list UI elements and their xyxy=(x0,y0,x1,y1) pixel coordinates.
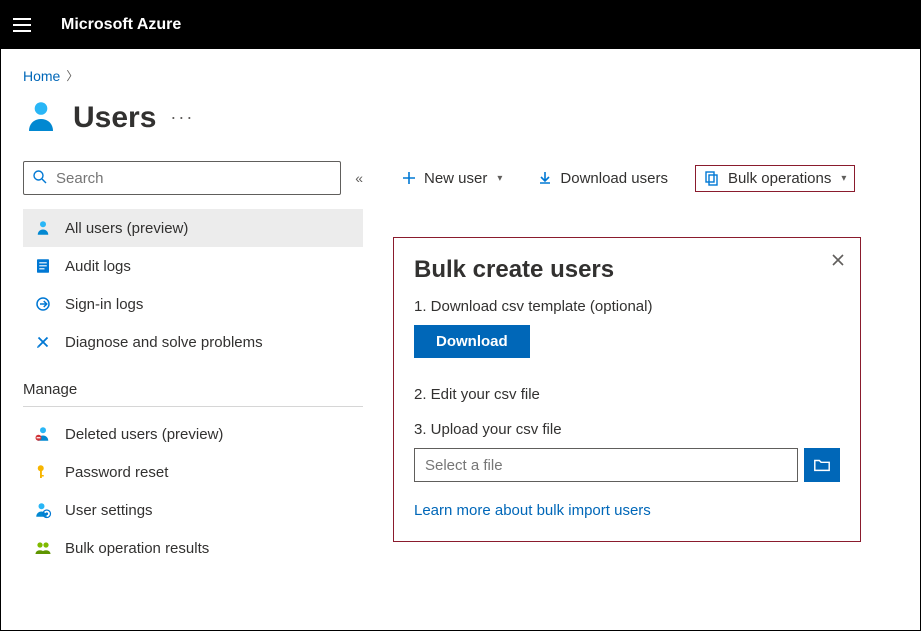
page-title-row: Users ··· xyxy=(23,98,898,137)
sidebar-item-label: Audit logs xyxy=(65,258,131,275)
breadcrumb: Home 〉 xyxy=(23,67,898,84)
sidebar-item-user-settings[interactable]: User settings xyxy=(23,491,363,529)
sidebar-item-label: Deleted users (preview) xyxy=(65,426,223,443)
sidebar-item-label: User settings xyxy=(65,502,153,519)
file-placeholder: Select a file xyxy=(425,457,503,474)
top-bar: Microsoft Azure xyxy=(1,1,920,49)
page-title: Users xyxy=(73,101,156,135)
chevron-right-icon: 〉 xyxy=(66,67,78,84)
audit-logs-icon xyxy=(33,257,53,275)
folder-icon xyxy=(813,456,831,474)
sidebar-item-label: Password reset xyxy=(65,464,168,481)
sidebar-section-manage: Manage xyxy=(23,361,363,407)
brand-label: Microsoft Azure xyxy=(61,16,181,34)
collapse-sidebar-button[interactable]: « xyxy=(355,170,363,186)
users-icon xyxy=(23,98,59,137)
step-1-label: 1. Download csv template (optional) xyxy=(414,298,840,315)
download-template-button[interactable]: Download xyxy=(414,325,530,358)
user-settings-icon xyxy=(33,501,53,519)
password-reset-icon xyxy=(33,463,53,481)
bulk-operations-icon xyxy=(704,170,720,186)
sidebar-item-deleted-users[interactable]: Deleted users (preview) xyxy=(23,415,363,453)
button-label: Download users xyxy=(560,170,668,187)
breadcrumb-home[interactable]: Home xyxy=(23,68,60,84)
file-select-input[interactable]: Select a file xyxy=(414,448,798,482)
sidebar-item-label: Sign-in logs xyxy=(65,296,143,313)
sidebar-item-bulk-results[interactable]: Bulk operation results xyxy=(23,529,363,567)
sidebar-item-signin-logs[interactable]: Sign-in logs xyxy=(23,285,363,323)
more-actions-button[interactable]: ··· xyxy=(170,107,194,128)
button-label: New user xyxy=(424,170,487,187)
download-users-button[interactable]: Download users xyxy=(529,165,677,192)
search-box[interactable] xyxy=(23,161,341,195)
chevron-down-icon: ▾ xyxy=(497,173,502,184)
sidebar-item-diagnose[interactable]: Diagnose and solve problems xyxy=(23,323,363,361)
sidebar-item-label: Diagnose and solve problems xyxy=(65,334,263,351)
sidebar-item-all-users[interactable]: All users (preview) xyxy=(23,209,363,247)
sidebar-item-audit-logs[interactable]: Audit logs xyxy=(23,247,363,285)
close-icon xyxy=(830,252,846,268)
signin-logs-icon xyxy=(33,295,53,313)
deleted-users-icon xyxy=(33,425,53,443)
user-icon xyxy=(33,219,53,237)
sidebar-item-password-reset[interactable]: Password reset xyxy=(23,453,363,491)
search-input[interactable] xyxy=(56,170,332,187)
bulk-create-panel: Bulk create users 1. Download csv templa… xyxy=(393,237,861,542)
new-user-button[interactable]: New user ▾ xyxy=(393,165,511,192)
download-icon xyxy=(538,171,552,185)
hamburger-menu-icon[interactable] xyxy=(13,13,37,37)
chevron-down-icon: ▾ xyxy=(841,173,846,184)
sidebar-item-label: All users (preview) xyxy=(65,220,188,237)
button-label: Bulk operations xyxy=(728,170,831,187)
bulk-results-icon xyxy=(33,539,53,557)
search-icon xyxy=(32,169,48,188)
step-2-label: 2. Edit your csv file xyxy=(414,386,840,403)
close-button[interactable] xyxy=(830,252,846,273)
main-area: New user ▾ Download users Bulk operation… xyxy=(393,161,898,567)
diagnose-icon xyxy=(33,333,53,351)
plus-icon xyxy=(402,171,416,185)
bulk-operations-button[interactable]: Bulk operations ▾ xyxy=(695,165,855,192)
learn-more-link[interactable]: Learn more about bulk import users xyxy=(414,502,651,519)
browse-file-button[interactable] xyxy=(804,448,840,482)
sidebar: « All users (preview) Audit logs Sign-in… xyxy=(23,161,363,567)
panel-title: Bulk create users xyxy=(414,256,840,284)
step-3-label: 3. Upload your csv file xyxy=(414,421,840,438)
sidebar-item-label: Bulk operation results xyxy=(65,540,209,557)
command-bar: New user ▾ Download users Bulk operation… xyxy=(393,161,898,195)
